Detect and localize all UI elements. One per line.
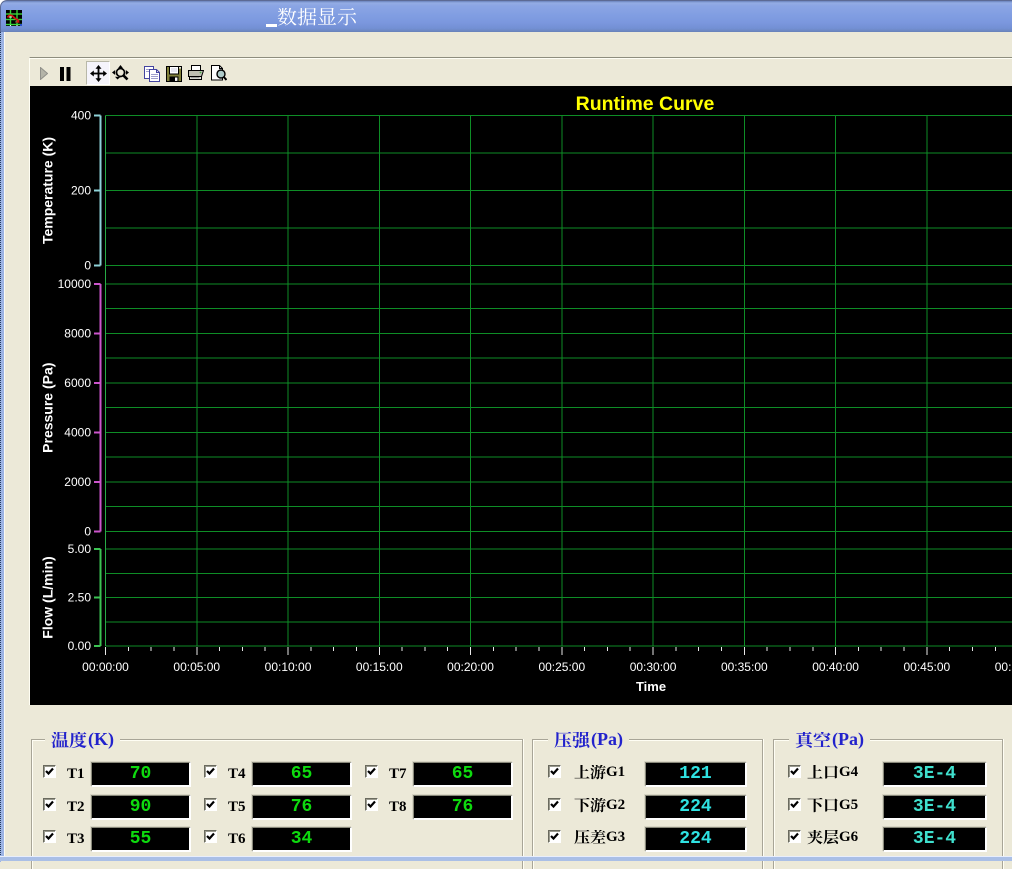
svg-text:00:40:00: 00:40:00	[812, 660, 859, 674]
svg-text:400: 400	[71, 109, 91, 123]
svg-text:6000: 6000	[64, 376, 91, 390]
svg-text:Temperature (K): Temperature (K)	[40, 137, 56, 244]
svg-text:00:30:00: 00:30:00	[630, 660, 677, 674]
svg-text:00:00:00: 00:00:00	[82, 660, 129, 674]
svg-text:Pressure (Pa): Pressure (Pa)	[40, 363, 56, 453]
svg-text:5.00: 5.00	[68, 542, 92, 556]
svg-text:2000: 2000	[64, 475, 91, 489]
svg-text:Flow (L/min): Flow (L/min)	[40, 556, 56, 638]
svg-text:00:05:00: 00:05:00	[173, 660, 220, 674]
svg-text:0.00: 0.00	[68, 639, 92, 653]
svg-text:Time: Time	[636, 679, 666, 694]
svg-text:0: 0	[84, 259, 91, 273]
svg-text:Runtime Curve: Runtime Curve	[576, 93, 715, 115]
svg-text:0: 0	[84, 524, 91, 538]
svg-text:200: 200	[71, 184, 91, 198]
svg-text:00:45:00: 00:45:00	[903, 660, 950, 674]
svg-text:8000: 8000	[64, 326, 91, 340]
svg-text:4000: 4000	[64, 425, 91, 439]
svg-text:00:20:00: 00:20:00	[447, 660, 494, 674]
svg-text:10000: 10000	[58, 277, 92, 291]
svg-text:00:25:00: 00:25:00	[538, 660, 585, 674]
svg-text:00:15:00: 00:15:00	[356, 660, 403, 674]
svg-text:00:50:00: 00:50:00	[995, 660, 1012, 674]
svg-text:2.50: 2.50	[68, 591, 92, 605]
svg-text:00:35:00: 00:35:00	[721, 660, 768, 674]
svg-text:00:10:00: 00:10:00	[265, 660, 312, 674]
